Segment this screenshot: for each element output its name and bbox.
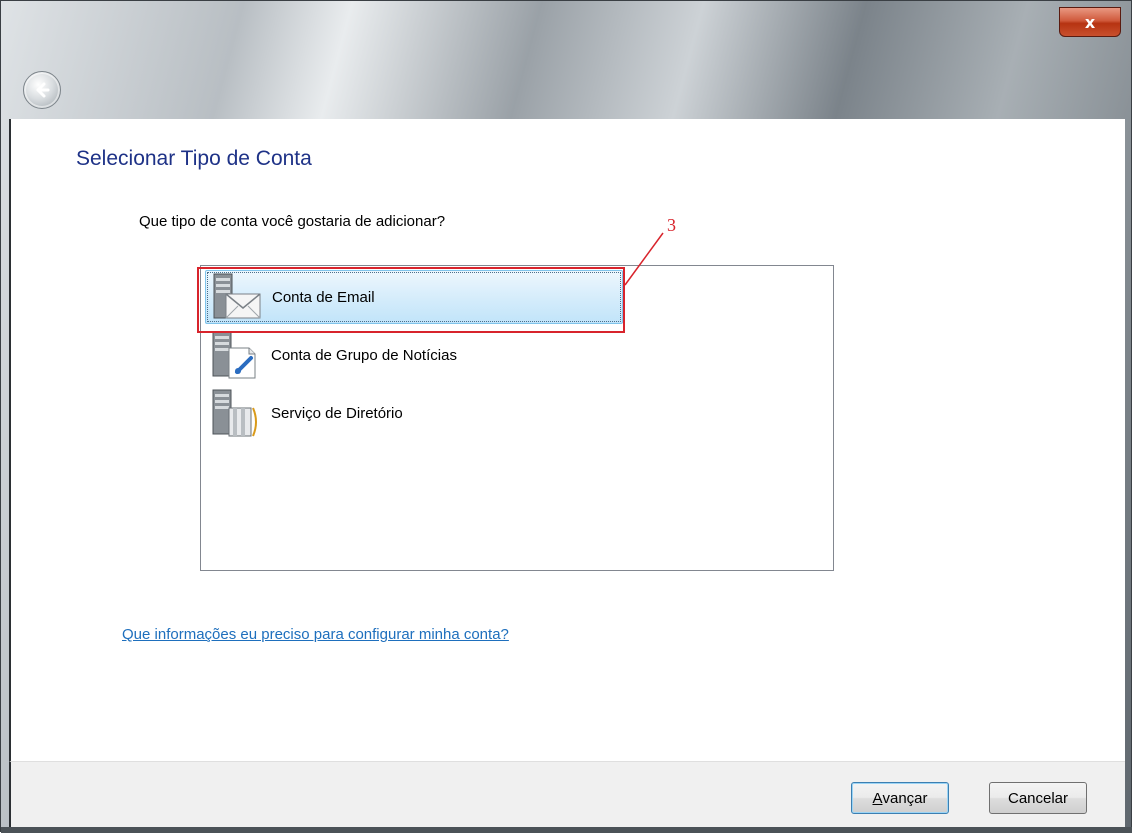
list-item-label: Conta de Grupo de Notícias bbox=[271, 346, 457, 364]
wizard-footer: Avançar Cancelar bbox=[9, 761, 1125, 828]
list-item-newsgroup-account[interactable]: Conta de Grupo de Notícias bbox=[205, 328, 623, 382]
next-button[interactable]: Avançar bbox=[851, 782, 949, 814]
help-link[interactable]: Que informações eu preciso para configur… bbox=[122, 626, 509, 643]
page-title: Selecionar Tipo de Conta bbox=[76, 147, 312, 170]
next-button-accel: A bbox=[872, 789, 883, 807]
directory-server-icon bbox=[212, 389, 257, 437]
back-button[interactable] bbox=[23, 71, 61, 109]
newsgroup-server-icon bbox=[212, 331, 256, 379]
next-button-label: vançar bbox=[882, 789, 928, 807]
close-button[interactable]: x bbox=[1059, 7, 1121, 37]
window-bottom-edge bbox=[1, 827, 1132, 833]
cancel-button[interactable]: Cancelar bbox=[989, 782, 1087, 814]
annotation-number: 3 bbox=[667, 215, 676, 235]
wizard-content: Selecionar Tipo de Conta Que tipo de con… bbox=[9, 119, 1125, 761]
annotation-highlight-box bbox=[197, 267, 625, 333]
back-arrow-icon bbox=[36, 82, 50, 98]
question-label: Que tipo de conta você gostaria de adici… bbox=[139, 213, 446, 230]
title-bar: x bbox=[1, 1, 1131, 119]
close-icon: x bbox=[1084, 12, 1096, 32]
list-item-label: Serviço de Diretório bbox=[271, 404, 403, 422]
list-item-directory-service[interactable]: Serviço de Diretório bbox=[205, 386, 623, 440]
wizard-window: x Selecionar Tipo de Conta Que tipo de c… bbox=[0, 0, 1132, 833]
